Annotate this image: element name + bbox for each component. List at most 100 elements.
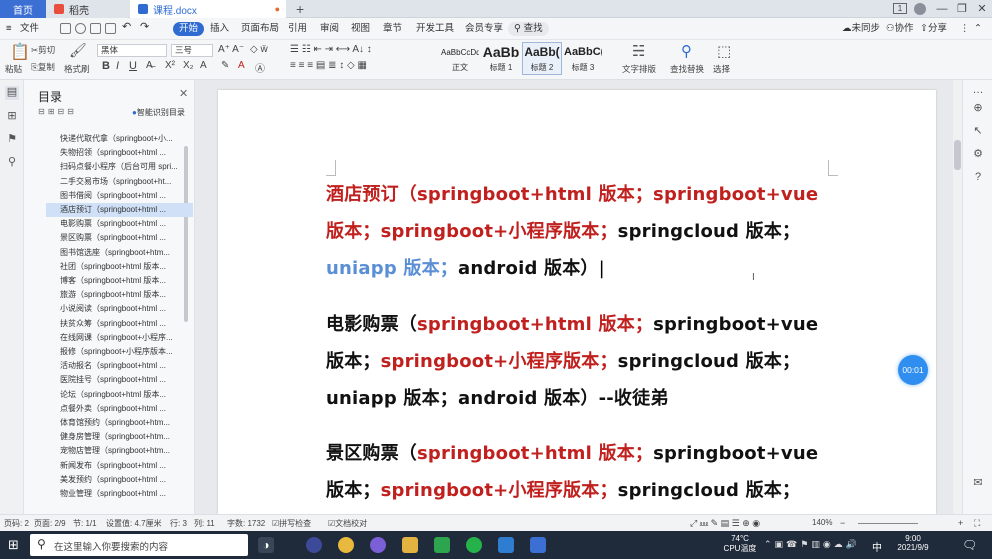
- toc-item[interactable]: 二手交易市场（springboot+ht...: [58, 175, 193, 189]
- text-effect-button[interactable]: A: [200, 60, 207, 71]
- menu-chapter[interactable]: 章节: [383, 22, 402, 36]
- paragraph-movie[interactable]: 电影购票（springboot+html 版本；springboot+vue 版…: [326, 306, 836, 417]
- minimize-button[interactable]: —: [932, 0, 952, 18]
- menu-page-layout[interactable]: 页面布局: [241, 22, 279, 36]
- style-heading3[interactable]: AaBbC(标题 3: [563, 42, 603, 75]
- toc-item[interactable]: 在线网课（springboot+小程序...: [58, 331, 193, 345]
- status-pages[interactable]: 页面: 2/9: [34, 518, 66, 529]
- chat-icon[interactable]: ✉: [972, 477, 984, 489]
- toc-item[interactable]: 酒店预订（springboot+html ...: [46, 203, 193, 217]
- hamburger-icon[interactable]: ≡: [6, 22, 12, 36]
- paste-label[interactable]: 粘贴: [5, 63, 22, 75]
- collapse-ribbon-icon[interactable]: ⌃: [974, 22, 982, 36]
- toc-level-buttons[interactable]: ⊟⊞⊟⊟: [38, 107, 77, 116]
- menu-references[interactable]: 引用: [288, 22, 307, 36]
- file-explorer-icon[interactable]: [402, 537, 418, 553]
- font-select[interactable]: 黑体: [97, 44, 167, 57]
- italic-button[interactable]: I: [116, 60, 119, 72]
- taskbar-search-box[interactable]: ⚲ 在这里输入你要搜索的内容: [30, 534, 248, 556]
- font-color-button[interactable]: A: [238, 60, 245, 71]
- bullets-icon[interactable]: ☰ ☷ ⇤ ⇥ ⟷ A↓ ↕: [290, 44, 372, 55]
- paste-icon[interactable]: 📋: [10, 42, 30, 62]
- chrome-icon[interactable]: [338, 537, 354, 553]
- wps-writer-icon[interactable]: [530, 537, 546, 553]
- toc-item[interactable]: 医院挂号（springboot+html ...: [58, 373, 193, 387]
- toc-item[interactable]: 活动报名（springboot+html ...: [58, 359, 193, 373]
- task-view-icon[interactable]: ◑: [258, 537, 274, 553]
- toc-item[interactable]: 失物招领（springboot+html ...: [58, 146, 193, 160]
- add-icon[interactable]: ⊕: [972, 102, 984, 114]
- toc-icon[interactable]: ▤: [5, 86, 19, 100]
- subscript-button[interactable]: X₂: [183, 60, 194, 71]
- scroll-thumb[interactable]: [954, 140, 961, 170]
- tree-icon[interactable]: ⊞: [6, 110, 18, 122]
- close-button[interactable]: ✕: [972, 0, 992, 18]
- toc-item[interactable]: 美发预约（springboot+html ...: [58, 473, 193, 487]
- style-heading1[interactable]: AaBb 标题 1: [481, 42, 521, 75]
- strikethrough-button[interactable]: A̶: [146, 60, 153, 71]
- zoom-in-icon[interactable]: +: [958, 518, 963, 528]
- more-menu-icon[interactable]: ⋮: [960, 22, 970, 36]
- toc-item[interactable]: 健身房管理（springboot+htm...: [58, 430, 193, 444]
- tray-icons[interactable]: ⌃▣☎⚑▥◉☁🔊: [764, 539, 860, 550]
- highlight-button[interactable]: ✎: [221, 60, 229, 71]
- view-mode-icons[interactable]: ⤢ ⅏ ✎ ▤ ☰ ⊕ ◉: [690, 518, 760, 529]
- smart-toc-button[interactable]: ●智能识别目录: [132, 107, 185, 118]
- toc-item[interactable]: 电影购票（springboot+html ...: [58, 217, 193, 231]
- align-icons[interactable]: ≡ ≡ ≡ ▤ ≣ ↕ ◇ ▦: [290, 60, 367, 71]
- menu-member[interactable]: 会员专享: [465, 22, 503, 36]
- clock[interactable]: 9:00 2021/9/9: [888, 534, 938, 552]
- zoom-out-icon[interactable]: −: [840, 518, 845, 528]
- toc-item[interactable]: 论坛（springboot+html 版本...: [58, 388, 193, 402]
- windows-start-icon[interactable]: ⊞: [8, 538, 19, 552]
- menu-view[interactable]: 视图: [351, 22, 370, 36]
- menu-dev-tools[interactable]: 开发工具: [416, 22, 454, 36]
- toc-close-icon[interactable]: ✕: [179, 87, 188, 100]
- save-icon[interactable]: [60, 23, 71, 34]
- select-icon[interactable]: ⬚: [717, 42, 731, 60]
- help-icon[interactable]: ?: [972, 171, 984, 183]
- format-painter-label[interactable]: 格式刷: [64, 63, 90, 75]
- toc-item[interactable]: 新闻发布（springboot+html ...: [58, 459, 193, 473]
- grow-font-icon[interactable]: A⁺ A⁻: [218, 44, 244, 55]
- vscode-icon[interactable]: [498, 537, 514, 553]
- pointer-icon[interactable]: ↖: [972, 125, 984, 137]
- menu-insert[interactable]: 插入: [210, 22, 229, 36]
- char-border-button[interactable]: Ⓐ: [255, 60, 265, 75]
- restore-button[interactable]: ❐: [952, 0, 972, 18]
- font-size-select[interactable]: 三号: [171, 44, 213, 57]
- sync-status[interactable]: ☁未同步: [842, 22, 880, 36]
- ime-indicator[interactable]: 中: [872, 539, 882, 554]
- toc-item[interactable]: 小说阅读（springboot+html ...: [58, 302, 193, 316]
- vertical-scrollbar[interactable]: [953, 80, 962, 514]
- select-label[interactable]: 选择: [713, 63, 730, 75]
- tab-docer[interactable]: 稻壳: [46, 0, 128, 18]
- underline-button[interactable]: U: [129, 60, 137, 72]
- undo-icon[interactable]: ↶: [122, 20, 131, 34]
- fit-icon[interactable]: ⛶: [974, 518, 980, 529]
- avatar[interactable]: [910, 0, 930, 18]
- toc-item[interactable]: 报修（springboot+小程序版本...: [58, 345, 193, 359]
- toc-item[interactable]: 景区购票（springboot+html ...: [58, 231, 193, 245]
- toc-item[interactable]: 体育馆预约（springboot+htm...: [58, 416, 193, 430]
- toc-item[interactable]: 旅游（springboot+html 版本...: [58, 288, 193, 302]
- status-words[interactable]: 字数: 1732: [227, 518, 265, 529]
- menu-start[interactable]: 开始: [173, 22, 205, 36]
- tab-home[interactable]: 首页: [0, 0, 46, 18]
- toc-item[interactable]: 博客（springboot+html 版本...: [58, 274, 193, 288]
- tab-document[interactable]: 课程.docx ●: [130, 0, 286, 18]
- style-heading2[interactable]: AaBb(标题 2: [522, 42, 562, 75]
- search-box[interactable]: ⚲ 查找: [508, 22, 549, 36]
- menu-file[interactable]: 文件: [20, 22, 39, 36]
- toc-item[interactable]: 社团（springboot+html 版本...: [58, 260, 193, 274]
- app-h-icon[interactable]: [434, 537, 450, 553]
- export-icon[interactable]: [75, 23, 86, 34]
- cut-button[interactable]: ✂剪切: [31, 44, 55, 56]
- find-replace-icon[interactable]: ⚲: [681, 42, 692, 60]
- spell-check-button[interactable]: ☑拼写检查: [272, 518, 311, 529]
- menu-review[interactable]: 审阅: [320, 22, 339, 36]
- find-icon[interactable]: ⚲: [6, 156, 18, 168]
- superscript-button[interactable]: X²: [165, 60, 175, 71]
- toc-item[interactable]: 图书借阅（springboot+html ...: [58, 189, 193, 203]
- more-icon[interactable]: …: [972, 84, 984, 96]
